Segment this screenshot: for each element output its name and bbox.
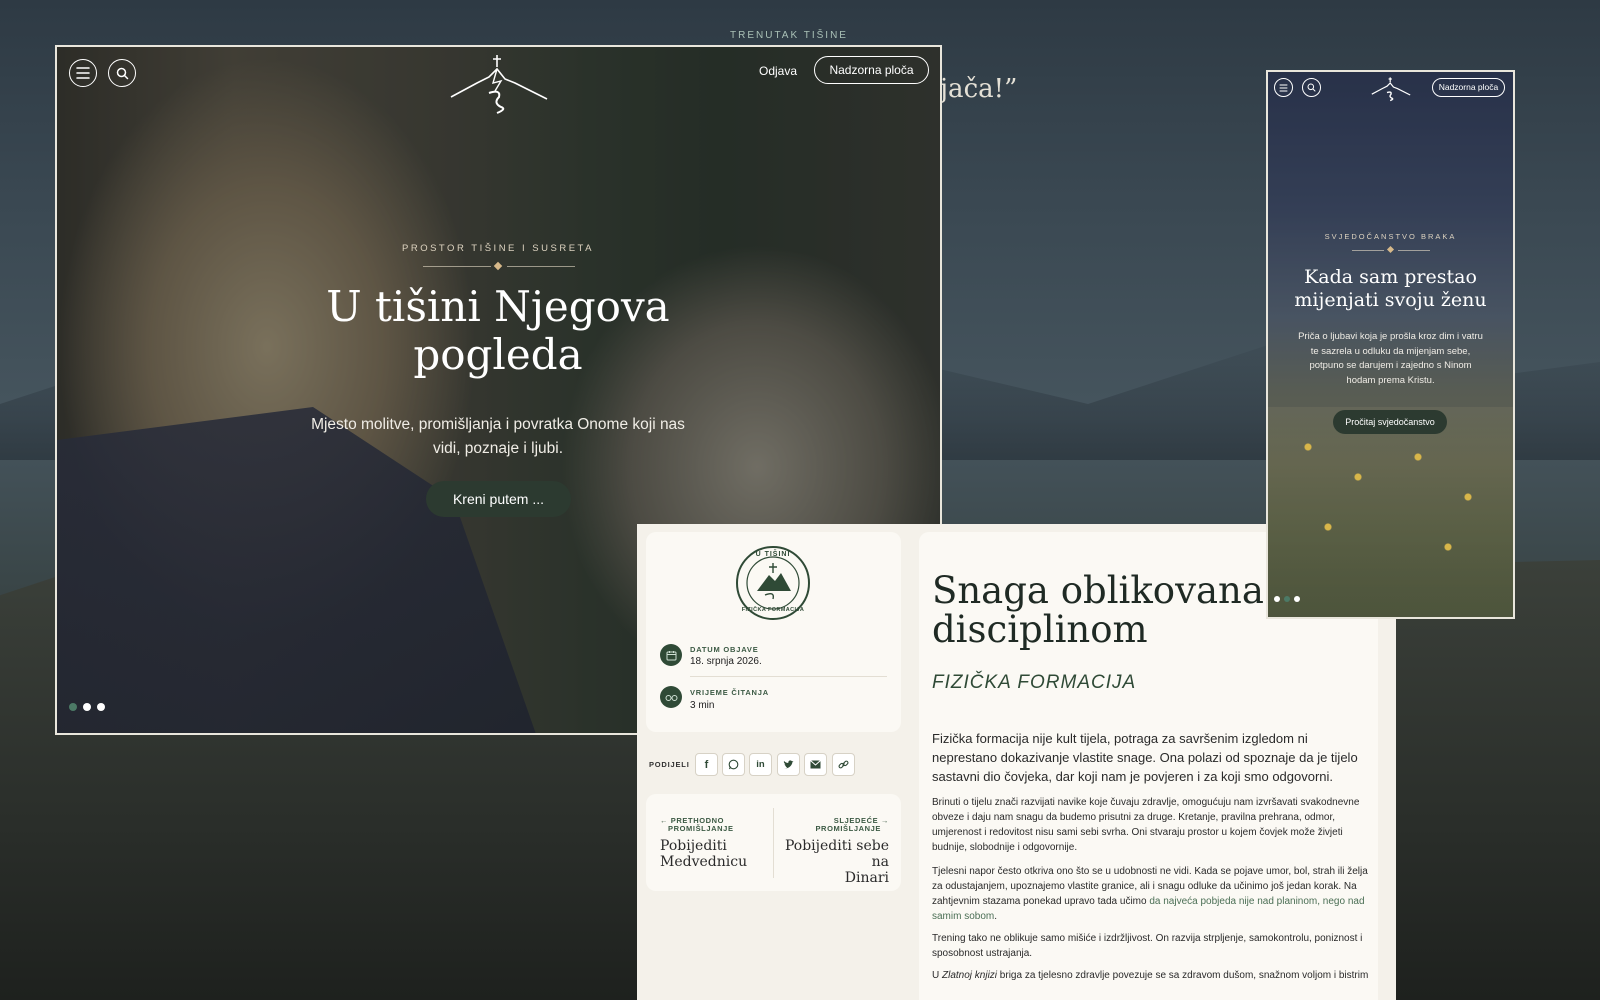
hero-divider-diamond <box>493 261 503 271</box>
slider-dot-2[interactable] <box>83 703 91 711</box>
dashboard-button[interactable]: Nadzorna ploča <box>814 56 929 84</box>
mobile-hero-title: Kada sam prestao mijenjati svoju ženu <box>1294 266 1487 312</box>
site-logo[interactable] <box>449 53 549 115</box>
reading-glasses-icon <box>660 686 682 708</box>
linkedin-icon[interactable]: in <box>749 753 772 776</box>
hero-eyebrow: PROSTOR TIŠINE I SUSRETA <box>402 243 594 254</box>
search-button[interactable] <box>108 59 136 87</box>
mobile-slider-dot-1[interactable] <box>1274 596 1280 602</box>
badge-top-text: U TIŠINI <box>755 551 791 558</box>
badge-bottom-text: FIZIČKA FORMACIJA <box>741 607 805 613</box>
read-time-label: VRIJEME ČITANJA <box>690 688 769 697</box>
menu-button[interactable] <box>69 59 97 87</box>
read-time-value: 3 min <box>690 700 715 711</box>
mobile-hero-cta-button[interactable]: Pročitaj svjedočanstvo <box>1333 410 1447 434</box>
hero-title: U tišini Njegova pogleda <box>248 282 748 380</box>
menu-icon <box>1279 84 1288 91</box>
article-title-line1: Snaga oblikovana <box>932 569 1264 612</box>
article-paragraph-4: U Zlatnoj knjizi briga za tjelesno zdrav… <box>932 970 1368 981</box>
email-icon[interactable] <box>804 753 827 776</box>
next-post-link[interactable]: SLJEDEĆE → PROMIŠLJANJE Pobijediti sebe … <box>774 794 901 891</box>
share-label: PODIJELI <box>649 760 690 769</box>
mobile-divider-diamond <box>1386 245 1395 254</box>
article-lead: Fizička formacija nije kult tijela, potr… <box>932 731 1358 784</box>
article-title-line2: disciplinom <box>932 607 1148 651</box>
date-value: 18. srpnja 2026. <box>690 656 762 667</box>
mobile-site-logo[interactable] <box>1371 76 1411 102</box>
twitter-icon[interactable] <box>777 753 800 776</box>
search-icon <box>1307 83 1316 92</box>
link-icon[interactable] <box>832 753 855 776</box>
article-paragraph-1: Brinuti o tijelu znači razvijati navike … <box>932 797 1360 853</box>
mobile-hero-eyebrow: SVJEDOČANSTVO BRAKA <box>1324 232 1457 241</box>
date-label: DATUM OBJAVE <box>690 645 759 654</box>
article-category: FIZIČKA FORMACIJA <box>932 672 1137 693</box>
mobile-dashboard-button[interactable]: Nadzorna ploča <box>1432 78 1505 97</box>
mobile-menu-button[interactable] <box>1274 78 1293 97</box>
hero-subtitle: Mjesto molitve, promišljanja i povratka … <box>248 413 748 461</box>
mobile-hero-body: Priča o ljubavi koja je prošla kroz dim … <box>1298 331 1483 387</box>
mobile-search-button[interactable] <box>1302 78 1321 97</box>
mobile-preview: Nadzorna ploča SVJEDOČANSTVO BRAKA Kada … <box>1266 70 1515 619</box>
menu-icon <box>76 67 90 79</box>
hero-subtitle-line1: Mjesto molitve, promišljanja i povratka … <box>311 416 685 433</box>
mobile-slider-dot-3[interactable] <box>1294 596 1300 602</box>
search-icon <box>116 67 128 79</box>
category-badge: U TIŠINI FIZIČKA FORMACIJA <box>735 545 811 621</box>
hero-divider-left <box>423 266 491 267</box>
article-meta-card: U TIŠINI FIZIČKA FORMACIJA DATUM OBJAVE … <box>646 532 901 732</box>
hero-divider-right <box>507 266 575 267</box>
hero-subtitle-line2: vidi, poznaje i ljubi. <box>432 440 564 458</box>
hero-title-line2: pogleda <box>413 330 583 380</box>
meta-divider <box>690 676 887 677</box>
flower-field <box>1268 407 1513 617</box>
post-navigation-card: ← PRETHODNO PROMIŠLJANJE Pobijediti Medv… <box>646 794 901 891</box>
facebook-icon[interactable]: f <box>695 753 718 776</box>
article-paragraph-3: Trening tako ne oblikuje samo mišiće i i… <box>932 933 1363 959</box>
whatsapp-icon[interactable] <box>722 753 745 776</box>
calendar-icon <box>660 644 682 666</box>
slider-dot-1[interactable] <box>69 703 77 711</box>
hero-title-line1: U tišini Njegova <box>326 282 670 331</box>
mobile-divider-right <box>1398 250 1430 251</box>
next-post-label: SLJEDEĆE → PROMIŠLJANJE <box>815 816 889 834</box>
mountain-logo-icon <box>450 55 548 114</box>
logout-link[interactable]: Odjava <box>759 64 797 78</box>
background-quote: jača!” <box>940 74 1018 104</box>
prev-post-link[interactable]: ← PRETHODNO PROMIŠLJANJE Pobijediti Medv… <box>646 794 773 891</box>
article-paragraph-2: Tjelesni napor često otkriva ono što se … <box>932 866 1368 922</box>
slider-dot-3[interactable] <box>97 703 105 711</box>
hero-cta-button[interactable]: Kreni putem ... <box>426 481 571 517</box>
prev-post-title: Pobijediti Medvednicu <box>660 838 748 871</box>
article-title: Snaga oblikovana disciplinom <box>932 569 1264 651</box>
next-post-title: Pobijediti sebe na Dinari <box>784 838 889 887</box>
mountain-logo-icon <box>1371 77 1411 102</box>
mobile-slider-dot-2[interactable] <box>1284 596 1290 602</box>
background-eyebrow: TRENUTAK TIŠINE <box>730 30 848 41</box>
mobile-divider-left <box>1352 250 1384 251</box>
prev-post-label: ← PRETHODNO PROMIŠLJANJE <box>660 816 734 834</box>
